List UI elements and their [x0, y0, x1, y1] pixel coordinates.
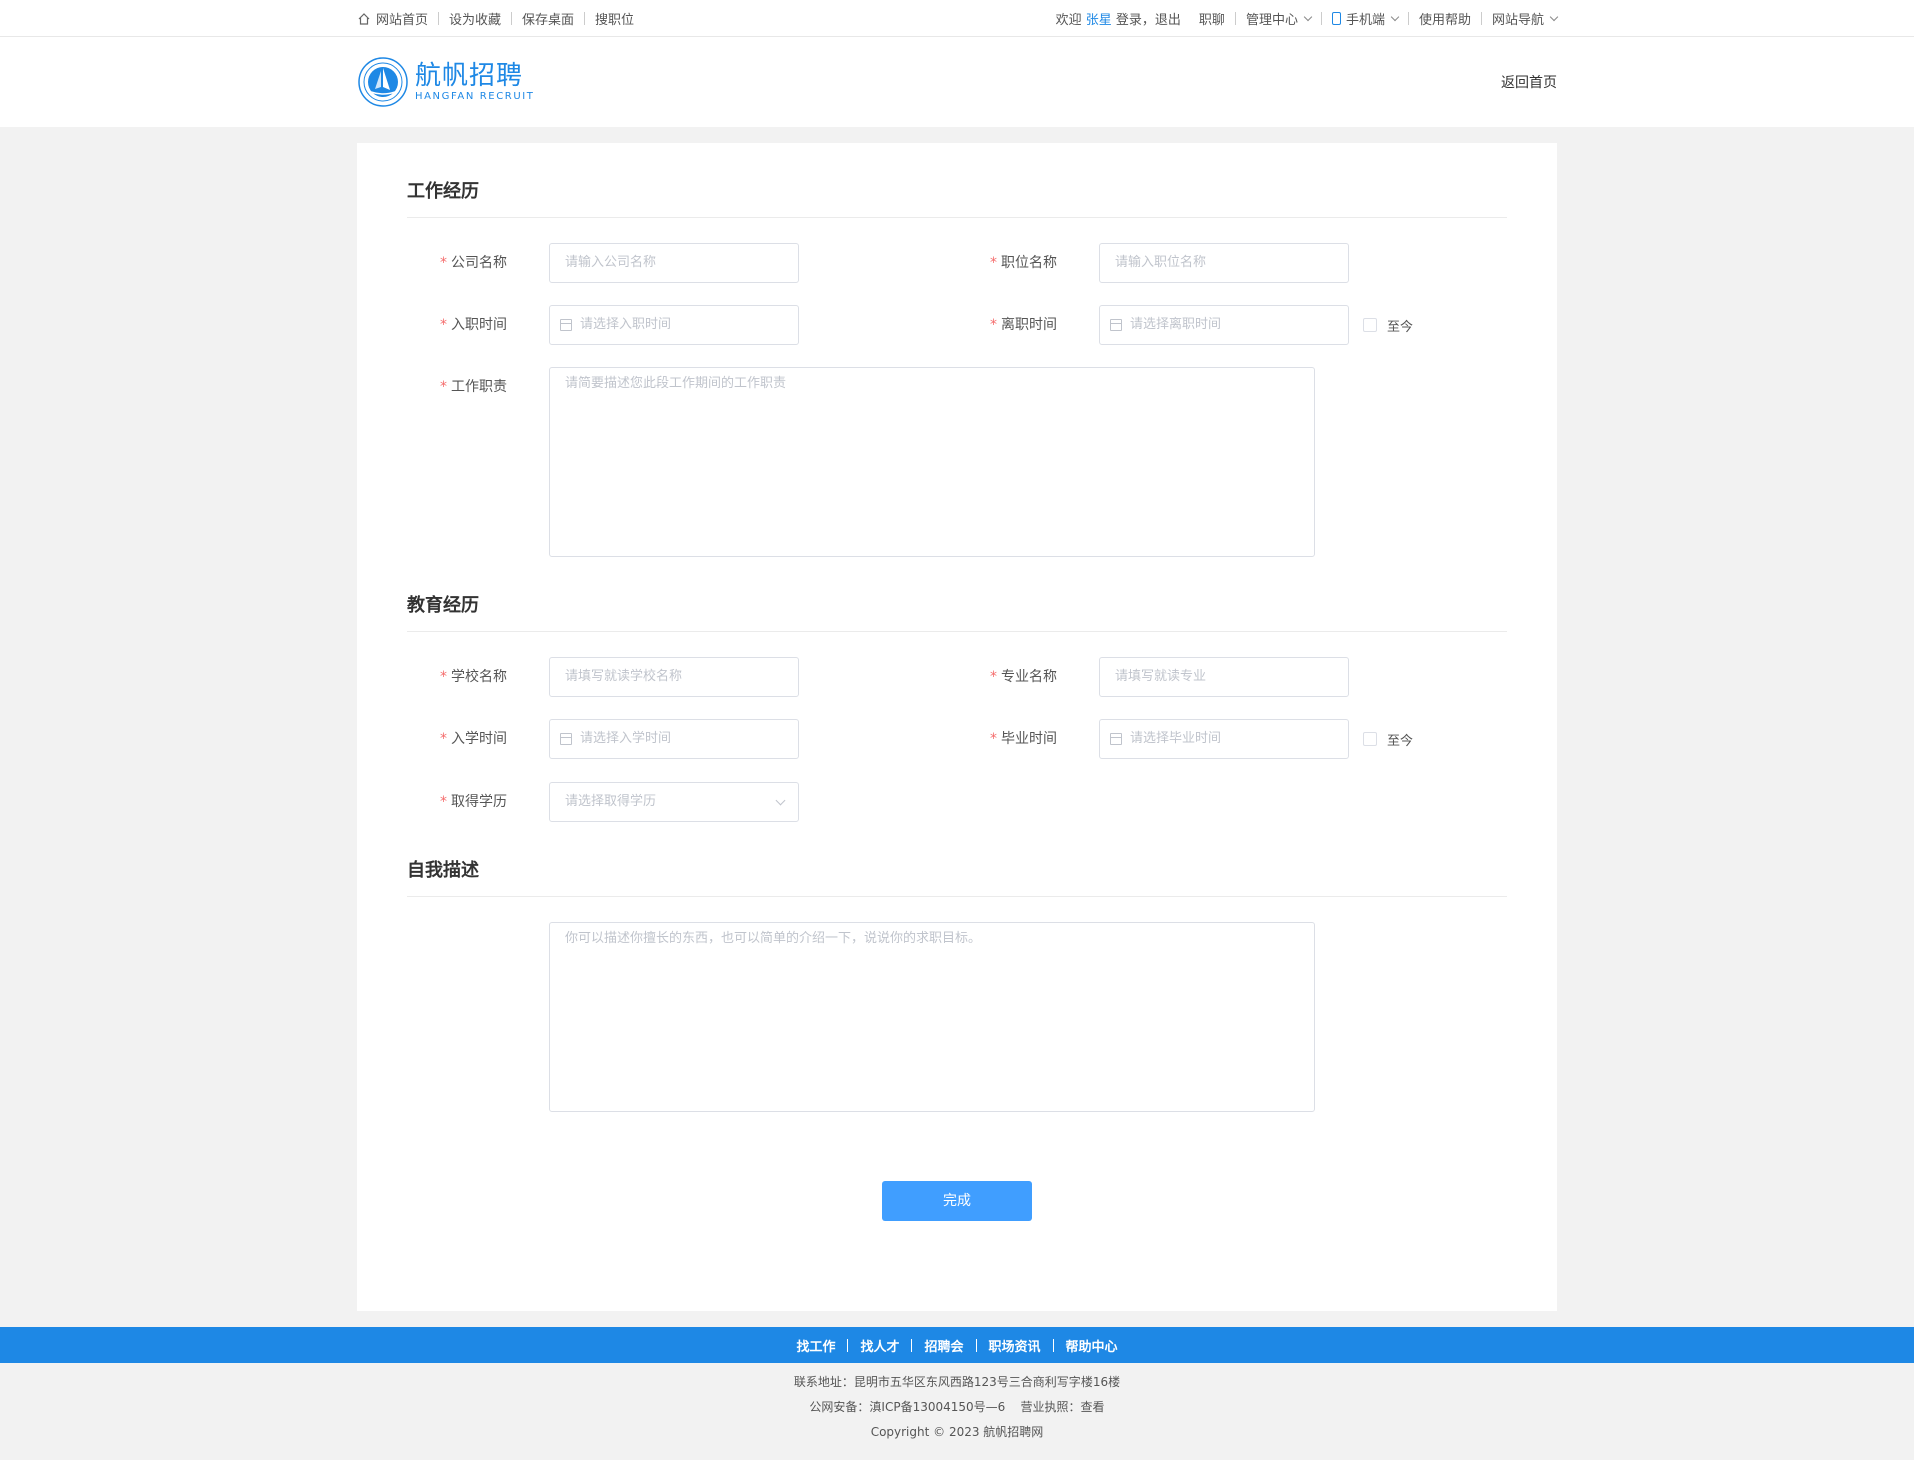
divider — [1320, 12, 1322, 25]
chevron-down-icon — [1549, 12, 1559, 21]
home-link-label: 网站首页 — [376, 13, 429, 28]
footer-link-job-fair[interactable]: 招聘会 — [924, 1336, 963, 1355]
enroll-date-picker[interactable]: 请选择入学时间 — [549, 719, 799, 759]
work-section-title: 工作经历 — [407, 177, 1507, 218]
major-input[interactable]: 请填写就读专业 — [1099, 657, 1349, 697]
site-header: 航帆招聘 HANGFAN RECRUIT 返回首页 — [0, 37, 1914, 127]
start-date-picker[interactable]: 请选择入职时间 — [549, 305, 799, 345]
divider — [1480, 12, 1482, 25]
edu-until-now-checkbox[interactable]: 至今 — [1363, 719, 1413, 759]
logo-title: 航帆招聘 — [415, 61, 524, 91]
school-label: * 学校名称 — [440, 669, 507, 685]
calendar-icon — [560, 319, 572, 331]
enroll-date-label: * 入学时间 — [440, 731, 507, 747]
footer-copyright: Copyright © 2023 航帆招聘网 — [870, 1425, 1044, 1439]
major-label: * 专业名称 — [990, 669, 1057, 685]
resume-form-card: 工作经历 * 公司名称 请输入公司名称 * 职位名称 请输入职位名称 * 入职时间 请… — [357, 143, 1557, 1311]
start-date-label: * 入职时间 — [440, 317, 507, 333]
chevron-down-icon — [775, 795, 786, 806]
calendar-icon — [1110, 319, 1122, 331]
career-chat-link[interactable]: 职聊 — [1199, 9, 1225, 28]
graduation-date-label: * 毕业时间 — [990, 731, 1057, 747]
graduation-date-picker[interactable]: 请选择毕业时间 — [1099, 719, 1349, 759]
site-nav-label: 网站导航 — [1491, 13, 1544, 28]
divider — [438, 12, 440, 25]
done-button[interactable]: 完成 — [882, 1181, 1032, 1221]
bookmark-link[interactable]: 设为收藏 — [449, 9, 501, 28]
welcome-label: 欢迎 — [1055, 13, 1082, 28]
footer-link-help-center[interactable]: 帮助中心 — [1066, 1336, 1118, 1355]
checkbox-box[interactable] — [1363, 318, 1377, 332]
footer-info: 联系地址：昆明市五华区东风西路123号三合商利写字楼16楼 公网安备：滇ICP备… — [0, 1370, 1914, 1445]
save-desktop-link[interactable]: 保存桌面 — [522, 9, 574, 28]
footer-record: 公网安备：滇ICP备13004150号—6 营业执照：查看 — [809, 1400, 1105, 1414]
divider — [1407, 12, 1409, 25]
footer-link-find-job[interactable]: 找工作 — [796, 1336, 835, 1355]
self-description-textarea[interactable]: 你可以描述你擅长的东西，也可以简单的介绍一下，说说你的求职目标。 — [549, 922, 1315, 1112]
username-link[interactable]: 张星 — [1086, 9, 1112, 28]
back-home-link[interactable]: 返回首页 — [1501, 72, 1557, 92]
mobile-menu[interactable]: 手机端 — [1331, 9, 1400, 28]
company-label: * 公司名称 — [440, 255, 507, 271]
admin-center-label: 管理中心 — [1245, 13, 1298, 28]
duty-label: * 工作职责 — [440, 379, 507, 395]
divider — [511, 12, 513, 25]
footer-nav: 找工作 找人才 招聘会 职场资讯 帮助中心 — [0, 1327, 1914, 1363]
logo[interactable]: 航帆招聘 HANGFAN RECRUIT — [357, 56, 535, 108]
self-section-title: 自我描述 — [407, 856, 1507, 897]
footer-address: 联系地址：昆明市五华区东风西路123号三合商利写字楼16楼 — [793, 1375, 1121, 1389]
phone-icon — [1331, 12, 1341, 25]
footer-link-find-talent[interactable]: 找人才 — [860, 1336, 899, 1355]
footer-link-news[interactable]: 职场资讯 — [989, 1336, 1041, 1355]
logo-subtitle: HANGFAN RECRUIT — [415, 91, 535, 102]
logout-link[interactable]: 退出 — [1155, 9, 1181, 28]
school-input[interactable]: 请填写就读学校名称 — [549, 657, 799, 697]
education-section-title: 教育经历 — [407, 591, 1507, 632]
welcome-text: 欢迎 张星 登录，退出 — [1056, 9, 1181, 28]
divider — [911, 1338, 913, 1352]
end-date-label: * 离职时间 — [990, 317, 1057, 333]
end-date-picker[interactable]: 请选择离职时间 — [1099, 305, 1349, 345]
position-input[interactable]: 请输入职位名称 — [1099, 243, 1349, 283]
site-nav-menu[interactable]: 网站导航 — [1491, 9, 1559, 28]
home-icon — [358, 12, 370, 25]
login-link[interactable]: 登录 — [1116, 9, 1142, 28]
help-link[interactable]: 使用帮助 — [1419, 9, 1471, 28]
chevron-down-icon — [1303, 12, 1313, 21]
divider — [584, 12, 586, 25]
calendar-icon — [1110, 733, 1122, 745]
logo-sail-icon — [358, 57, 408, 107]
divider — [847, 1338, 849, 1352]
search-jobs-link[interactable]: 搜职位 — [595, 9, 634, 28]
chevron-down-icon — [1390, 12, 1400, 21]
duty-textarea[interactable]: 请简要描述您此段工作期间的工作职责 — [549, 367, 1315, 557]
degree-label: * 取得学历 — [440, 794, 507, 810]
work-until-now-checkbox[interactable]: 至今 — [1363, 305, 1413, 345]
position-label: * 职位名称 — [990, 255, 1057, 271]
divider — [975, 1338, 977, 1352]
checkbox-box[interactable] — [1363, 732, 1377, 746]
mobile-label: 手机端 — [1345, 13, 1385, 28]
company-input[interactable]: 请输入公司名称 — [549, 243, 799, 283]
home-link[interactable]: 网站首页 — [357, 9, 428, 28]
divider — [1234, 12, 1236, 25]
degree-select[interactable]: 请选择取得学历 — [549, 782, 799, 822]
divider — [1052, 1338, 1054, 1352]
admin-center-menu[interactable]: 管理中心 — [1245, 9, 1313, 28]
calendar-icon — [560, 733, 572, 745]
comma: ， — [1141, 13, 1155, 28]
top-bar: 网站首页 设为收藏 保存桌面 搜职位 欢迎 张星 登录，退出 职聊 管理中心 手 — [0, 0, 1914, 37]
